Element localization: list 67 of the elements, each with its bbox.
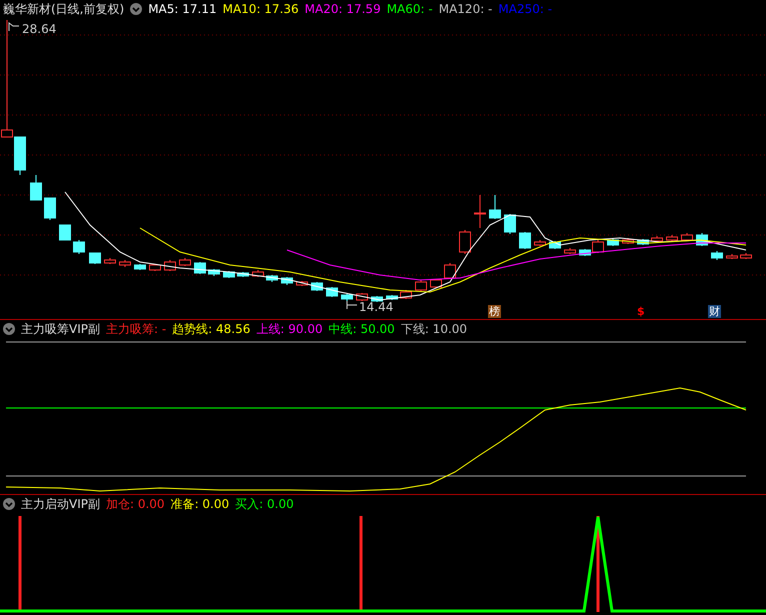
candlestick: [134, 264, 146, 270]
candlestick: [44, 198, 56, 220]
price-label: 14.44: [359, 300, 394, 314]
candlestick: [341, 294, 353, 302]
panel-title: 巍华新材(日线,前复权): [3, 1, 124, 17]
candlestick: [534, 240, 546, 246]
candlestick: [371, 296, 383, 302]
candlestick: [30, 174, 42, 200]
candlestick: [266, 274, 278, 282]
arrow-icon: [346, 300, 358, 310]
candlestick: [681, 232, 693, 242]
candlestick: [740, 252, 752, 260]
candlestick: [711, 250, 723, 260]
legend-value: MA120: -: [438, 1, 492, 17]
candlestick: [237, 272, 249, 278]
legend-value: 下线: 10.00: [400, 321, 468, 337]
candlestick: [73, 240, 85, 254]
panel-title: 主力吸筹VIP副: [21, 321, 100, 337]
candlestick: [519, 232, 531, 250]
candlestick: [415, 280, 427, 292]
legend-value: 准备: 0.00: [170, 496, 230, 512]
legend-value: MA20: 17.59: [304, 1, 381, 17]
candlestick: [149, 264, 161, 272]
candlestick: [651, 236, 663, 242]
candlestick: [164, 260, 176, 272]
candlestick: [459, 230, 471, 254]
candlestick: [726, 254, 738, 260]
candlestick: [179, 258, 191, 266]
legend-value: 买入: 0.00: [235, 496, 294, 512]
panel-title: 主力启动VIP副: [21, 496, 100, 512]
candlestick: [504, 214, 516, 234]
candlestick: [444, 262, 456, 280]
dropdown-icon[interactable]: [3, 323, 15, 335]
dropdown-icon[interactable]: [130, 3, 142, 15]
candlestick: [607, 238, 619, 246]
price-label: 28.64: [22, 22, 56, 36]
legend-value: MA60: -: [386, 1, 433, 17]
candlestick: [637, 238, 649, 246]
candlestick: [386, 294, 398, 300]
legend-value: 加仓: 0.00: [106, 496, 165, 512]
candlestick: [666, 234, 678, 242]
event-marker[interactable]: $: [636, 305, 646, 318]
dropdown-icon[interactable]: [3, 498, 15, 510]
candlestick: [622, 238, 634, 244]
candlestick: [89, 252, 101, 264]
candlestick: [252, 270, 264, 278]
legend-value: 上线: 90.00: [256, 321, 323, 337]
candlestick: [119, 260, 131, 268]
candlestick: [104, 258, 116, 264]
candlestick: [223, 270, 235, 278]
legend-value: 中线: 50.00: [328, 321, 395, 337]
candlestick: [296, 280, 308, 286]
candlestick: [430, 278, 442, 288]
legend-value: MA250: -: [498, 1, 552, 17]
candlestick: [474, 194, 486, 228]
legend-value: 主力吸筹: -: [106, 321, 166, 337]
event-marker[interactable]: 财: [708, 305, 721, 318]
legend-value: MA5: 17.11: [148, 1, 217, 17]
candlestick: [208, 268, 220, 276]
legend-value: MA10: 17.36: [222, 1, 299, 17]
candlestick: [194, 262, 206, 274]
candlestick: [489, 194, 501, 220]
event-marker[interactable]: 榜: [488, 305, 501, 318]
legend-value: 趋势线: 48.56: [172, 321, 250, 337]
candlestick: [281, 276, 293, 286]
candlestick: [59, 224, 71, 240]
candlestick: [564, 248, 576, 254]
